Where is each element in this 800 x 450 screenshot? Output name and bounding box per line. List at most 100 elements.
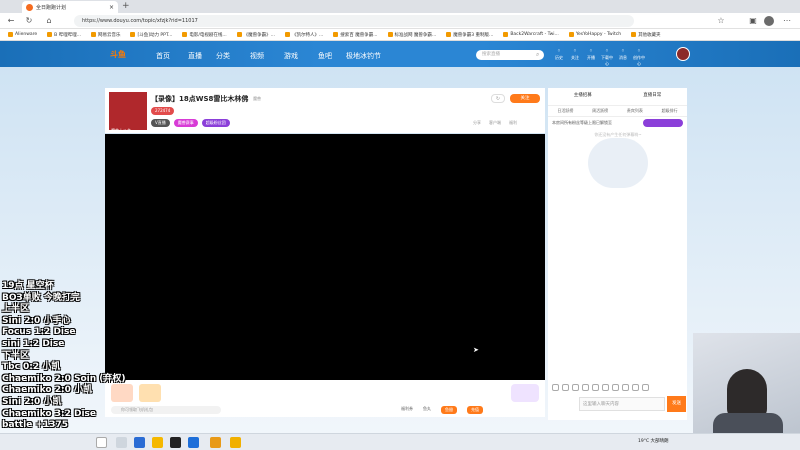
bookmark-item[interactable]: YesYoHappy - Twitch bbox=[565, 32, 625, 37]
search-input[interactable]: 搜索直播 bbox=[476, 50, 544, 60]
header-icon-button[interactable]: ◦ 下载中心 bbox=[600, 47, 614, 67]
chat-tool-icon[interactable] bbox=[572, 384, 579, 391]
user-avatar[interactable] bbox=[676, 47, 690, 61]
app-icon-1[interactable] bbox=[170, 437, 181, 448]
back-icon[interactable]: ← bbox=[6, 16, 16, 26]
bookmark-favicon-icon bbox=[333, 32, 339, 37]
bookmark-item[interactable]: 魔兽争霸3 重制版... bbox=[442, 32, 497, 38]
room-action[interactable]: 福利 bbox=[509, 120, 517, 126]
activity-icon[interactable] bbox=[511, 384, 539, 402]
chat-tool-icon[interactable] bbox=[582, 384, 589, 391]
header-icon-button[interactable]: ◦ 关注 bbox=[568, 47, 582, 61]
bookmark-item[interactable]: [斗鱼]动力 PPT... bbox=[126, 32, 176, 38]
overlay-line: Focus 1:2 Dise bbox=[2, 327, 76, 338]
refresh-icon[interactable]: ↻ bbox=[491, 94, 505, 103]
new-tab-icon[interactable]: + bbox=[122, 1, 130, 11]
home-icon[interactable]: ⌂ bbox=[44, 16, 54, 26]
bookmark-label: Back2Warcraft - Twi... bbox=[510, 32, 559, 37]
bookmark-item[interactable]: 《凯尔特人》... bbox=[281, 32, 327, 38]
bookmark-label: 网易云音乐 bbox=[97, 32, 121, 38]
nav-item[interactable]: 视频 bbox=[250, 51, 264, 61]
anchor-avatar[interactable]: 魔兽 | 公会 bbox=[109, 92, 147, 133]
chat-tool-icon[interactable] bbox=[562, 384, 569, 391]
sidebar-subtab[interactable]: 贵宾列表 bbox=[627, 108, 643, 114]
close-tab-icon[interactable]: × bbox=[109, 4, 114, 11]
chat-tool-icon[interactable] bbox=[602, 384, 609, 391]
edge-icon[interactable] bbox=[134, 437, 145, 448]
follow-button[interactable]: 关注 bbox=[510, 94, 540, 103]
favorites-icon[interactable]: ☆ bbox=[716, 16, 726, 26]
profile-avatar[interactable] bbox=[764, 16, 774, 26]
header-icon-button[interactable]: ◦ 创作中心 bbox=[632, 47, 646, 67]
header-icon-button[interactable]: ◦ 历史 bbox=[552, 47, 566, 61]
video-player[interactable]: ➤ bbox=[105, 134, 545, 380]
room-action[interactable]: 客户端 bbox=[489, 120, 501, 126]
nav-item[interactable]: 游戏 bbox=[284, 51, 298, 61]
nav-item[interactable]: 首页 bbox=[156, 51, 170, 61]
explorer-icon[interactable] bbox=[152, 437, 163, 448]
bookmark-item[interactable]: 其他收藏夹 bbox=[627, 32, 665, 38]
sidebar-tab[interactable]: 直播日常 bbox=[643, 92, 661, 98]
chat-tool-icon[interactable] bbox=[612, 384, 619, 391]
room-tag[interactable]: 超级粉丝团 bbox=[201, 119, 230, 127]
toolbar-item[interactable]: 鱼丸 bbox=[423, 406, 431, 414]
douyu-logo[interactable]: 斗鱼 bbox=[110, 49, 126, 60]
douyu-favicon bbox=[26, 3, 33, 11]
bookmark-item[interactable]: 搜索百 魔兽争霸... bbox=[329, 32, 381, 38]
url-field[interactable]: https://www.douyu.com/topic/xfzjk?rid=11… bbox=[74, 15, 634, 27]
search-icon[interactable]: ⌕ bbox=[536, 51, 539, 59]
hot-badge: 272474 bbox=[151, 107, 175, 115]
chat-tool-icon[interactable] bbox=[552, 384, 559, 391]
toolbar-item[interactable]: 充值 bbox=[467, 406, 483, 414]
sidebar-subtab[interactable]: 周活跃榜 bbox=[592, 108, 608, 114]
nav-item[interactable]: 直播 bbox=[188, 51, 202, 61]
app-icon-4[interactable] bbox=[230, 437, 241, 448]
sidebar-subtab[interactable]: 超级排行 bbox=[662, 108, 678, 114]
bookmark-label: 其他收藏夹 bbox=[638, 32, 661, 38]
more-menu-icon[interactable]: ⋯ bbox=[782, 16, 792, 26]
app-icon-3[interactable] bbox=[210, 437, 221, 448]
browser-tab[interactable]: 全日跑跑计划 × bbox=[22, 1, 118, 13]
bookmark-item[interactable]: 《魔兽争霸》... bbox=[233, 32, 279, 38]
chat-tool-icon[interactable] bbox=[592, 384, 599, 391]
fan-level-badge[interactable] bbox=[643, 119, 683, 127]
header-icon-button[interactable]: ◦ 消息 bbox=[616, 47, 630, 61]
bookmark-item[interactable]: 电影/电视剧在线... bbox=[178, 32, 230, 38]
search-taskbar-icon[interactable] bbox=[116, 437, 127, 448]
start-icon[interactable] bbox=[96, 437, 107, 448]
reload-icon[interactable]: ↻ bbox=[24, 16, 34, 26]
header-nav-icon: ◦ bbox=[556, 47, 562, 55]
sidebar-tab[interactable]: 主播招募 bbox=[574, 92, 592, 98]
send-button[interactable]: 发送 bbox=[667, 396, 686, 412]
chat-tool-icon[interactable] bbox=[632, 384, 639, 391]
bookmark-item[interactable]: Back2Warcraft - Twi... bbox=[499, 32, 563, 37]
gift-banner-2[interactable] bbox=[139, 384, 161, 402]
bookmark-item[interactable]: B 哔哩哔哩... bbox=[43, 32, 85, 38]
nav-item[interactable]: 极地冰钓节 bbox=[346, 51, 381, 61]
nav-item[interactable]: 鱼吧 bbox=[318, 51, 332, 61]
bookmark-item[interactable]: 标准战网 魔兽争霸... bbox=[384, 32, 441, 38]
chat-tool-icon[interactable] bbox=[642, 384, 649, 391]
chat-tool-icon[interactable] bbox=[622, 384, 629, 391]
header-nav-icon: ◦ bbox=[636, 47, 642, 55]
bookmark-item[interactable]: 网易云音乐 bbox=[87, 32, 125, 38]
weather-widget[interactable]: 19°C 大部晴朗 bbox=[638, 438, 669, 444]
nav-item[interactable]: 分类 bbox=[216, 51, 230, 61]
bookmark-label: 《魔兽争霸》... bbox=[243, 32, 275, 38]
bookmark-item[interactable]: Alienware bbox=[4, 32, 41, 37]
toolbar-item[interactable]: 鱼翅 bbox=[441, 406, 457, 414]
room-tag[interactable]: 魔兽赛事 bbox=[173, 119, 198, 127]
bookmark-favicon-icon bbox=[284, 32, 290, 37]
toolbar-item[interactable]: 福利券 bbox=[401, 406, 413, 414]
header-nav-icon: ◦ bbox=[604, 47, 610, 55]
room-tag[interactable]: V直播 bbox=[151, 119, 170, 127]
collections-icon[interactable]: ▣ bbox=[748, 16, 758, 26]
sidebar-subtab[interactable]: 日活跃榜 bbox=[557, 108, 573, 114]
room-category[interactable]: 魔兽 bbox=[253, 96, 261, 102]
header-icon-button[interactable]: ◦ 开播 bbox=[584, 47, 598, 61]
chat-input[interactable]: 这里输入聊天内容 bbox=[579, 397, 665, 411]
header-nav-icon: ◦ bbox=[620, 47, 626, 55]
room-action[interactable]: 分享 bbox=[473, 120, 481, 126]
app-icon-2[interactable] bbox=[188, 437, 199, 448]
tab-title: 全日跑跑计划 bbox=[36, 4, 67, 11]
